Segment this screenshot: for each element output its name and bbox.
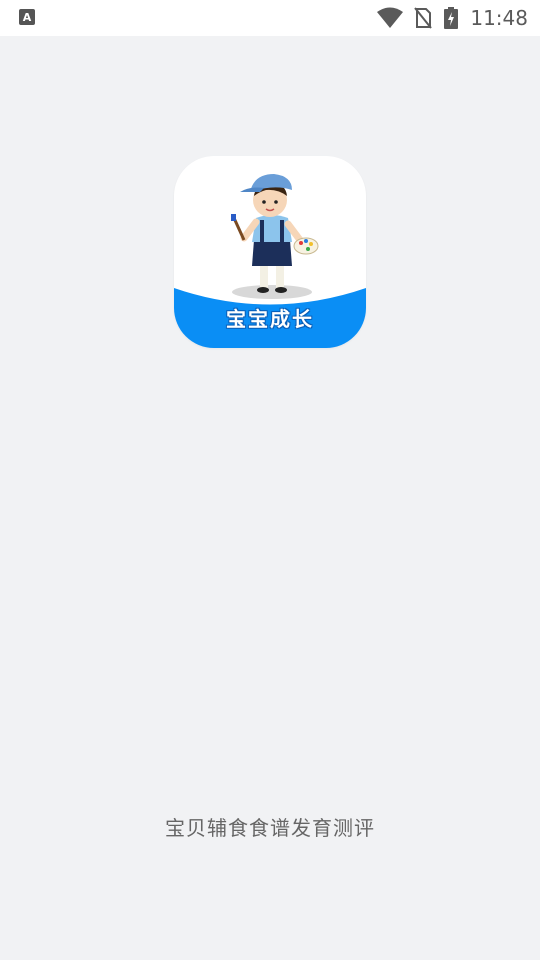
status-icons: 11:48 [376, 0, 528, 36]
wifi-icon [377, 7, 404, 28]
logo-title: 宝宝成长 [226, 307, 314, 331]
accessibility-a-icon: A [19, 9, 35, 25]
status-bar: A 11:48 [0, 0, 540, 36]
battery-charging-icon [444, 7, 459, 29]
no-sim-icon [414, 7, 433, 29]
app-tagline: 宝贝辅食食谱发育测评 [165, 816, 375, 840]
app-logo: 宝宝成长 [174, 156, 366, 348]
status-clock: 11:48 [470, 6, 528, 30]
